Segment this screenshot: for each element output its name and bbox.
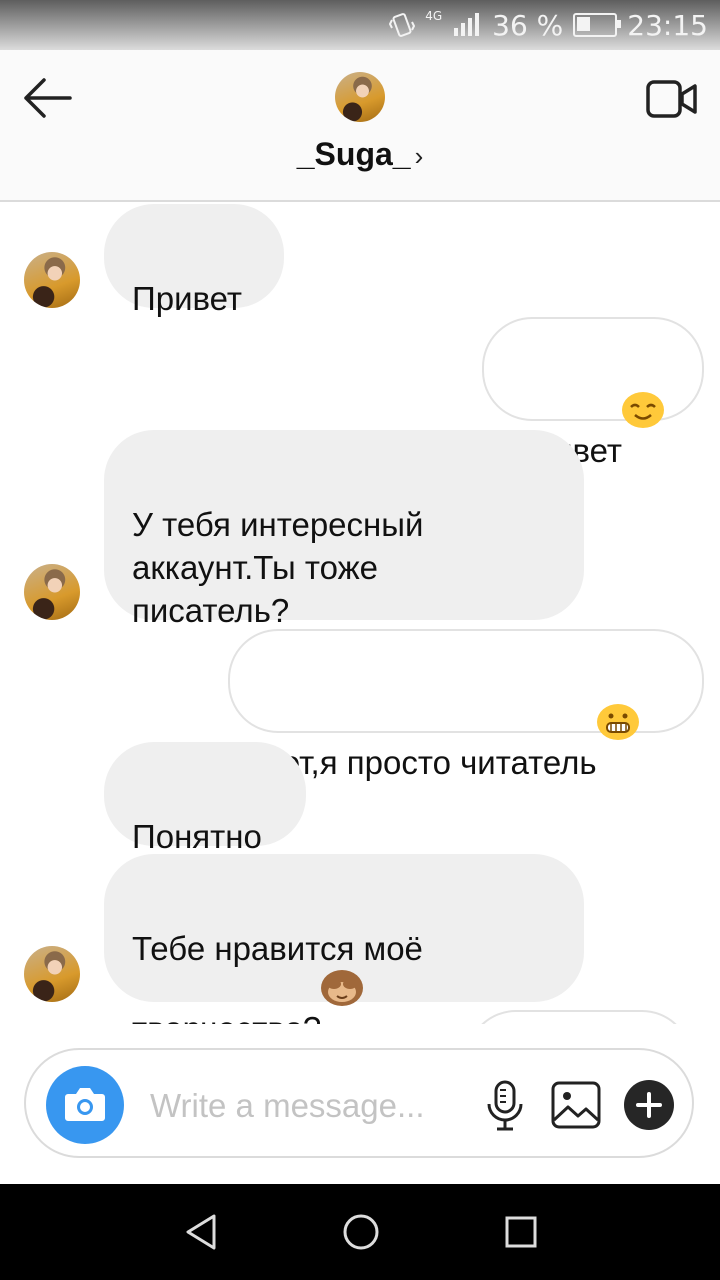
- message-bubble[interactable]: Понятно: [104, 742, 306, 855]
- message-text: Нет,я просто читатель: [258, 744, 597, 781]
- battery-icon: [573, 13, 622, 37]
- sender-avatar[interactable]: [24, 252, 80, 308]
- message-text: Понятно: [132, 818, 262, 855]
- grinning-face-emoji-icon: [596, 704, 639, 740]
- add-button[interactable]: [624, 1080, 674, 1130]
- message-bubble[interactable]: Привет: [482, 317, 704, 469]
- message-input[interactable]: [148, 1080, 472, 1132]
- sender-avatar[interactable]: [24, 564, 80, 620]
- message-text: Привет: [132, 280, 243, 317]
- sender-avatar[interactable]: [24, 946, 80, 1002]
- message-list[interactable]: Привет Привет У тебя интересный аккаунт.…: [0, 202, 720, 1024]
- conversation-header: _Suga_ ›: [0, 50, 720, 202]
- back-triangle-icon[interactable]: [180, 1210, 224, 1254]
- message-composer: [24, 1048, 694, 1158]
- vibrate-icon: [389, 13, 416, 37]
- message-text: Тебе нравится моё творчество?: [132, 930, 423, 1024]
- message-bubble[interactable]: У тебя интересный аккаунт.Ты тоже писате…: [104, 430, 584, 629]
- header-avatar[interactable]: [335, 72, 385, 122]
- message-bubble[interactable]: Привет: [104, 204, 284, 317]
- chevron-right-icon: ›: [414, 141, 424, 171]
- username[interactable]: _Suga_: [297, 136, 411, 172]
- smiling-face-emoji-icon: [622, 392, 665, 428]
- status-bar: 4G 36 % 23:15: [0, 0, 720, 50]
- clock: 23:15: [627, 8, 708, 42]
- message-bubble-partial[interactable]: [466, 1010, 692, 1024]
- home-circle-icon[interactable]: [339, 1210, 383, 1254]
- camera-button[interactable]: [46, 1066, 124, 1144]
- arrow-left-icon[interactable]: [20, 76, 76, 120]
- gallery-icon[interactable]: [550, 1080, 602, 1130]
- microphone-icon[interactable]: [484, 1080, 526, 1132]
- system-nav-bar: [0, 1184, 720, 1280]
- plus-icon: [636, 1092, 662, 1118]
- camera-icon: [65, 1088, 105, 1121]
- signal-icon: [454, 13, 480, 36]
- video-camera-icon[interactable]: [646, 78, 698, 120]
- see-no-evil-monkey-emoji-icon: [321, 970, 364, 1006]
- battery-percent: 36 %: [492, 8, 564, 42]
- message-bubble[interactable]: Тебе нравится моё творчество?: [104, 854, 584, 1024]
- username-link[interactable]: _Suga_ ›: [0, 136, 720, 173]
- message-text: У тебя интересный аккаунт.Ты тоже писате…: [132, 506, 424, 629]
- message-bubble[interactable]: Нет,я просто читатель: [228, 629, 704, 781]
- recents-square-icon[interactable]: [499, 1210, 543, 1254]
- network-type: 4G: [425, 9, 443, 23]
